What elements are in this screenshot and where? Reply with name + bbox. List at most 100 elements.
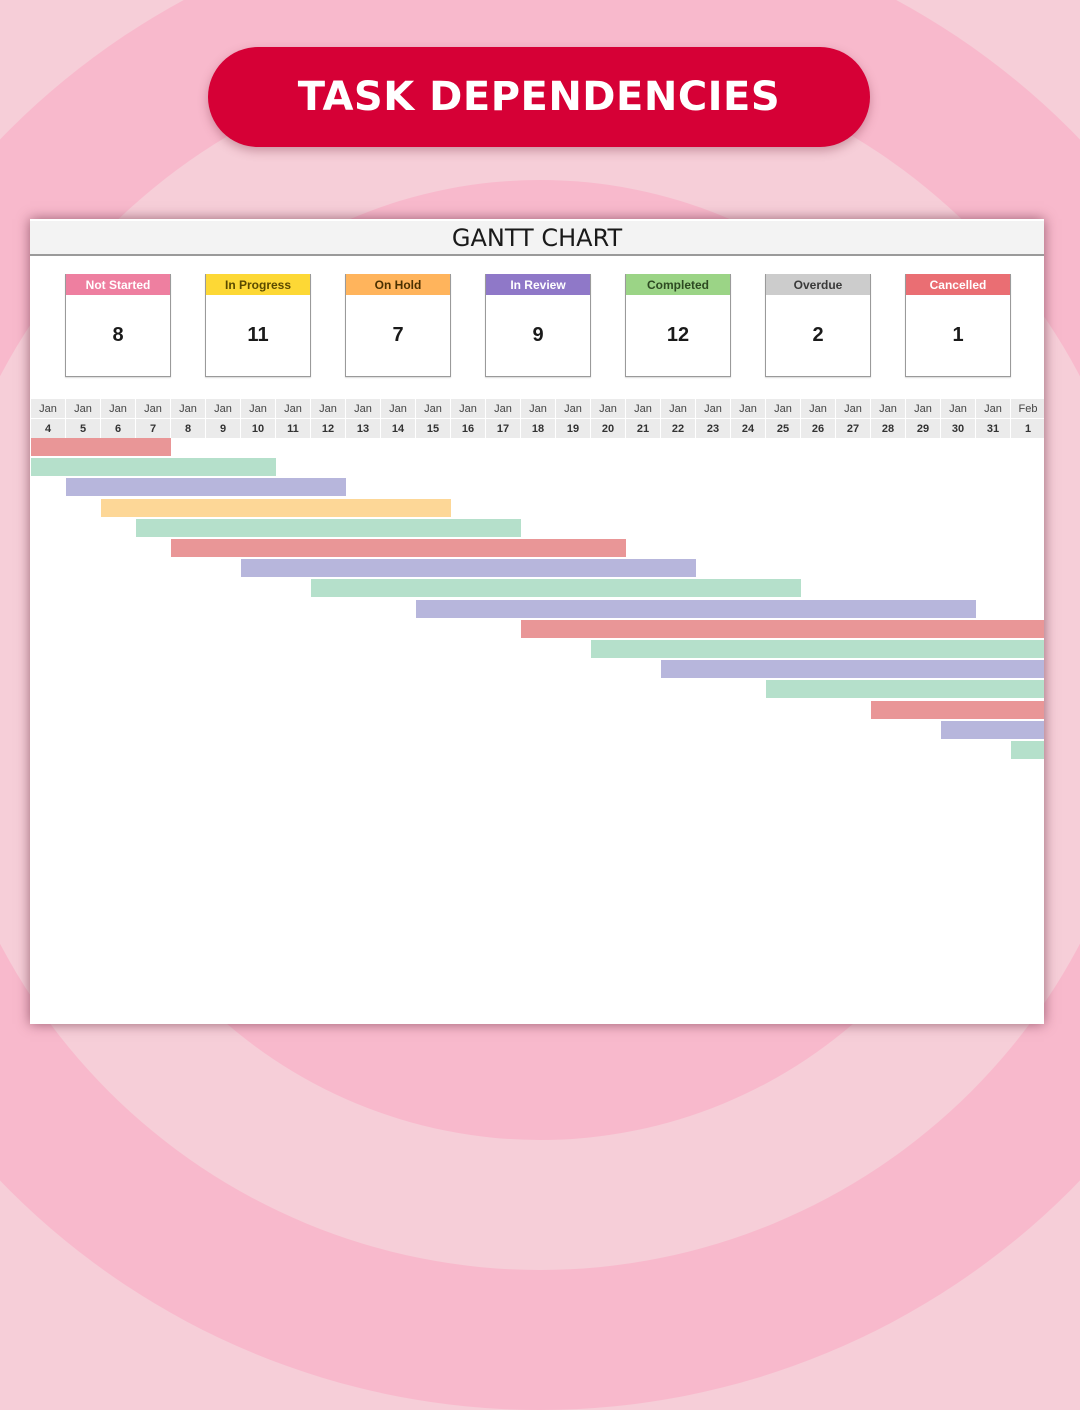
date-month-label: Jan [346,399,380,418]
date-day-label: 10 [241,419,275,438]
date-column: Feb 1 [1011,399,1044,439]
status-label: Completed [626,274,730,295]
date-day-label: 18 [521,419,555,438]
gantt-task-bar[interactable] [591,640,1044,658]
status-box-on-hold: On Hold 7 [345,274,451,377]
date-column: Jan 29 [906,399,940,439]
date-column: Jan 5 [66,399,100,439]
date-column: Jan 28 [871,399,905,439]
date-day-label: 1 [1011,419,1044,438]
date-day-label: 7 [136,419,170,438]
date-day-label: 9 [206,419,240,438]
date-column: Jan 22 [661,399,695,439]
date-day-label: 4 [31,419,65,438]
date-column: Jan 6 [101,399,135,439]
status-label: On Hold [346,274,450,295]
status-box-overdue: Overdue 2 [765,274,871,377]
gantt-task-bar[interactable] [66,478,346,497]
date-month-label: Jan [101,399,135,418]
date-column: Jan 21 [626,399,660,439]
date-day-label: 29 [906,419,940,438]
date-column: Jan 31 [976,399,1010,439]
date-column: Jan 24 [731,399,765,439]
date-month-label: Jan [871,399,905,418]
date-day-label: 24 [731,419,765,438]
date-column: Jan 12 [311,399,345,439]
status-count: 12 [666,324,690,346]
date-day-label: 22 [661,419,695,438]
status-box-cancelled: Cancelled 1 [905,274,1011,377]
date-day-label: 13 [346,419,380,438]
gantt-task-bar[interactable] [31,438,171,456]
date-month-label: Jan [416,399,450,418]
date-month-label: Jan [556,399,590,418]
gantt-task-bar[interactable] [661,660,1044,679]
date-day-label: 16 [451,419,485,438]
gantt-task-bar[interactable] [171,539,626,557]
date-column: Jan 7 [136,399,170,439]
status-box-in-review: In Review 9 [485,274,591,377]
date-month-label: Jan [311,399,345,418]
date-day-label: 31 [976,419,1010,438]
date-day-label: 25 [766,419,800,438]
date-month-label: Jan [31,399,65,418]
date-column: Jan 27 [836,399,870,439]
gantt-task-bar[interactable] [1011,741,1044,759]
date-column: Jan 23 [696,399,730,439]
gantt-task-bar[interactable] [101,498,451,517]
date-column: Jan 17 [486,399,520,439]
date-column: Jan 19 [556,399,590,439]
date-column: Jan 18 [521,399,555,439]
date-column: Jan 10 [241,399,275,439]
date-month-label: Jan [696,399,730,418]
date-column: Jan 14 [381,399,415,439]
status-box-in-progress: In Progress 11 [205,274,311,377]
date-month-label: Jan [136,399,170,418]
date-column: Jan 25 [766,399,800,439]
date-month-label: Jan [241,399,275,418]
date-day-label: 20 [591,419,625,438]
status-count: 9 [532,324,544,346]
date-day-label: 11 [276,419,310,438]
status-label: Not Started [66,274,170,295]
title-banner: TASK DEPENDENCIES [208,47,870,147]
gantt-task-bar[interactable] [521,619,1044,638]
date-month-label: Jan [381,399,415,418]
date-day-label: 27 [836,419,870,438]
date-month-label: Jan [626,399,660,418]
gantt-task-bar[interactable] [241,559,696,578]
date-day-label: 6 [101,419,135,438]
status-count: 8 [112,324,124,346]
status-label: In Review [486,274,590,295]
date-month-label: Jan [801,399,835,418]
date-column: Jan 26 [801,399,835,439]
gantt-task-bar[interactable] [941,720,1044,739]
gantt-task-bar[interactable] [766,680,1044,699]
gantt-chart-card: GANTT CHART Not Started 8 In Progress 11 On … [30,219,1044,1024]
date-month-label: Jan [206,399,240,418]
gantt-task-bar[interactable] [311,579,801,598]
date-column: Jan 4 [31,399,65,439]
date-month-label: Jan [976,399,1010,418]
date-month-label: Jan [766,399,800,418]
gantt-task-bar[interactable] [871,700,1044,719]
date-column: Jan 30 [941,399,975,439]
date-day-label: 23 [696,419,730,438]
gantt-task-bar[interactable] [31,458,276,477]
date-month-label: Jan [66,399,100,418]
date-column: Jan 11 [276,399,310,439]
date-day-label: 26 [801,419,835,438]
status-box-not-started: Not Started 8 [65,274,171,377]
banner-title: TASK DEPENDENCIES [297,74,781,120]
date-day-label: 12 [311,419,345,438]
date-month-label: Jan [276,399,310,418]
gantt-task-bar[interactable] [416,599,976,618]
date-day-label: 5 [66,419,100,438]
gantt-task-bar[interactable] [136,518,521,537]
date-day-label: 28 [871,419,905,438]
date-column: Jan 15 [416,399,450,439]
status-count: 2 [812,324,824,346]
date-month-label: Jan [731,399,765,418]
status-count: 7 [392,324,404,346]
date-month-label: Feb [1011,399,1044,418]
